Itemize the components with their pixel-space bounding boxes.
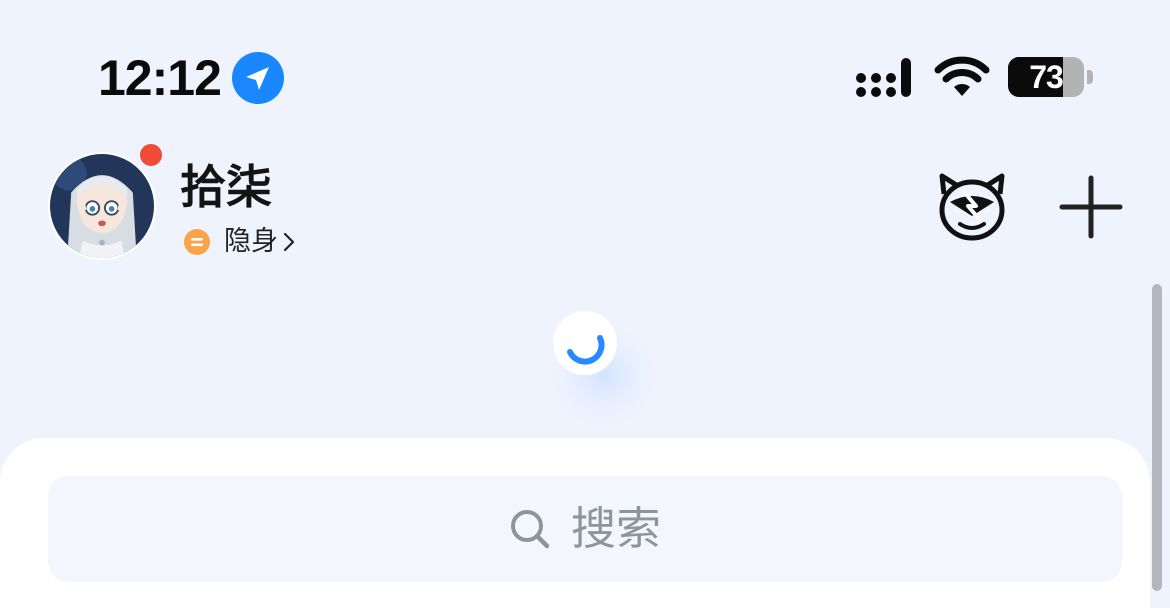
status-time: 12:12 (98, 50, 222, 106)
chevron-right-icon (283, 232, 295, 252)
add-button[interactable] (1058, 174, 1124, 240)
battery-indicator: 73 (1008, 57, 1094, 99)
search-input[interactable]: 搜索 (48, 476, 1122, 582)
refresh-spinner-icon (544, 300, 674, 430)
notification-dot (138, 142, 164, 168)
location-arrow-icon (232, 52, 284, 104)
status-bar: 12:12 73 (0, 0, 1170, 120)
qq-mascot-button[interactable] (936, 172, 1008, 242)
battery-cap (1087, 70, 1093, 84)
profile-name[interactable]: 拾柒 (180, 158, 272, 216)
invisible-status-icon (184, 229, 210, 255)
search-placeholder: 搜索 (570, 502, 661, 555)
cellular-signal-icon (856, 58, 916, 98)
scrollbar[interactable] (1152, 284, 1162, 591)
battery-percent-text: 73 (1029, 59, 1064, 95)
wifi-icon (934, 56, 990, 98)
search-icon (510, 510, 550, 549)
qq-mascot-icon (939, 173, 1005, 241)
online-status-selector[interactable]: 隐身 (184, 224, 296, 260)
status-label: 隐身 (224, 226, 278, 257)
plus-icon (1059, 175, 1123, 239)
avatar[interactable] (48, 152, 156, 260)
